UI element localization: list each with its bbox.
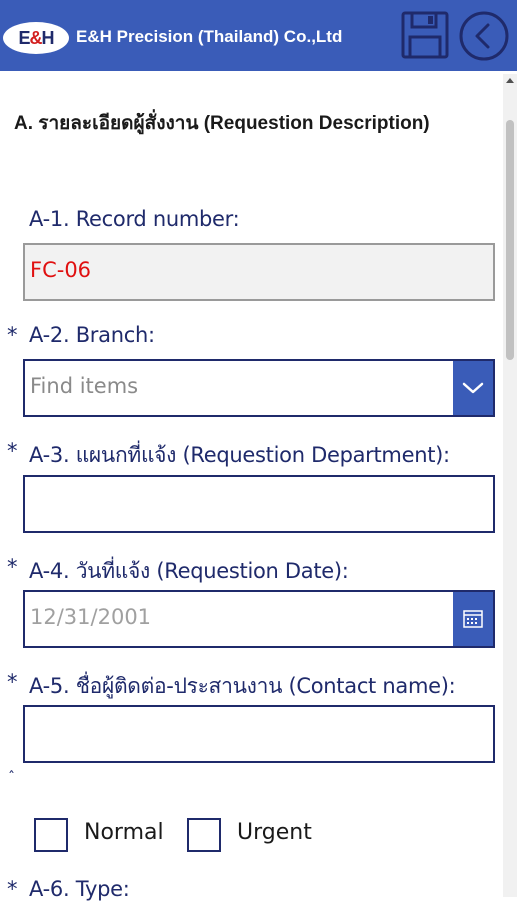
record-number-label: A-1. Record number: <box>29 207 240 231</box>
record-number-field: FC-06 <box>23 243 495 301</box>
required-marker: * <box>7 323 18 347</box>
chevron-down-icon <box>462 382 484 394</box>
date-picker[interactable]: 12/31/2001 <box>23 590 495 648</box>
vertical-scrollbar[interactable] <box>503 74 517 897</box>
normal-label: Normal <box>84 820 164 845</box>
calendar-icon <box>463 610 483 628</box>
branch-label: A-2. Branch: <box>29 323 155 347</box>
branch-dropdown[interactable]: Find items <box>23 359 495 417</box>
scroll-thumb[interactable] <box>506 120 514 360</box>
contact-input[interactable] <box>23 705 495 763</box>
branch-placeholder: Find items <box>30 374 139 398</box>
record-number-value: FC-06 <box>30 258 92 282</box>
date-placeholder: 12/31/2001 <box>30 605 152 629</box>
contact-label: A-5. ชื่อผู้ติดต่อ-ประสานงาน (Contact na… <box>29 674 456 698</box>
required-marker: * <box>7 877 18 901</box>
app-header: E&H E&H Precision (Thailand) Co.,Ltd <box>0 0 517 71</box>
section-title: A. รายละเอียดผู้สั่งงาน (Requestion Desc… <box>14 113 430 134</box>
department-input[interactable] <box>23 475 495 533</box>
urgent-checkbox[interactable] <box>187 818 221 852</box>
department-label: A-3. แผนกที่แจ้ง (Requestion Department)… <box>29 443 450 467</box>
required-marker: * <box>7 670 18 694</box>
date-label: A-4. วันที่แจ้ง (Requestion Date): <box>29 559 349 583</box>
type-label: A-6. Type: <box>29 877 130 901</box>
calendar-button[interactable] <box>453 592 493 646</box>
required-marker: * <box>7 439 18 463</box>
company-logo: E&H <box>3 22 69 54</box>
required-marker: * <box>7 555 18 579</box>
normal-checkbox[interactable] <box>34 818 68 852</box>
dropdown-button[interactable] <box>453 361 493 415</box>
urgent-label: Urgent <box>237 820 312 845</box>
caret-mark: ˆ <box>8 770 15 786</box>
logo-text: E&H <box>18 27 54 48</box>
company-name: E&H Precision (Thailand) Co.,Ltd <box>76 27 343 46</box>
back-icon[interactable] <box>458 10 510 62</box>
scroll-up-icon[interactable] <box>503 74 517 88</box>
save-icon[interactable] <box>401 11 449 59</box>
